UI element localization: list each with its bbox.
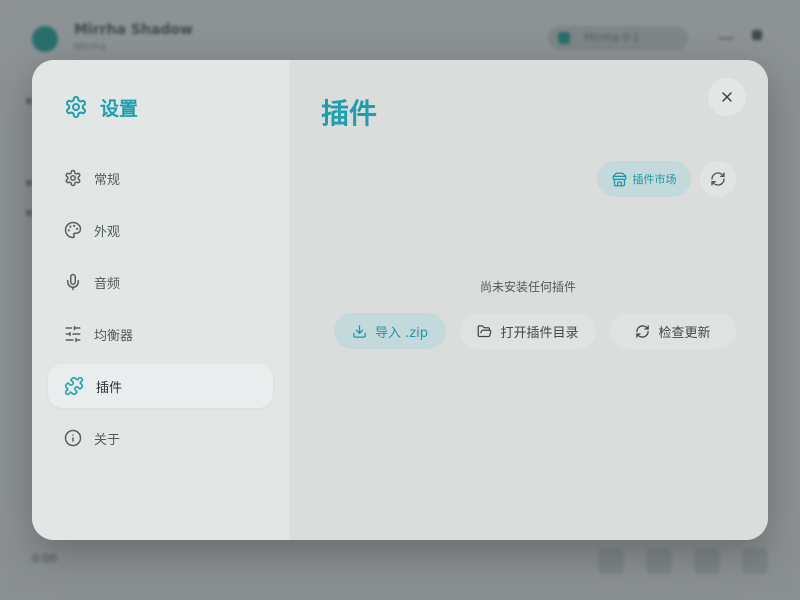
nav-item-equalizer[interactable]: 均衡器 (48, 312, 273, 356)
nav-label: 外观 (94, 224, 121, 240)
status-pill-label: Mirrha·0·1 (584, 31, 640, 44)
empty-state-text: 尚未安装任何插件 (479, 280, 576, 294)
info-icon (64, 429, 82, 447)
settings-nav: 常规 外观 音频 均衡器 插件 关于 (48, 156, 273, 460)
footer-button (646, 548, 672, 574)
settings-modal: 设置 常规 外观 音频 均衡器 插件 关于 插件 插件市场 尚未安装任何插件 导… (32, 60, 768, 540)
close-button[interactable] (708, 78, 746, 116)
nav-item-about[interactable]: 关于 (48, 416, 273, 460)
open-plugin-dir-button[interactable]: 打开插件目录 (460, 313, 596, 349)
footer-button (694, 548, 720, 574)
check-update-button[interactable]: 检查更新 (610, 313, 736, 349)
settings-sidebar: 设置 常规 外观 音频 均衡器 插件 关于 (32, 60, 289, 540)
open-plugin-dir-label: 打开插件目录 (500, 325, 579, 341)
check-update-label: 检查更新 (658, 325, 711, 341)
sliders-icon (64, 325, 82, 343)
plugin-actions: 导入 .zip 打开插件目录 检查更新 (334, 313, 736, 349)
nav-item-plugins[interactable]: 插件 (48, 364, 273, 408)
background-footer: 0:00 (0, 538, 800, 600)
app-subtitle: Mirrha (74, 42, 106, 53)
nav-item-audio[interactable]: 音频 (48, 260, 273, 304)
microphone-icon (64, 273, 82, 291)
import-zip-button[interactable]: 导入 .zip (334, 313, 446, 349)
status-pill: Mirrha·0·1 (548, 26, 688, 50)
status-pill-icon (558, 32, 570, 44)
minimize-icon: — (718, 28, 734, 47)
maximize-icon (752, 30, 762, 40)
nav-item-appearance[interactable]: 外观 (48, 208, 273, 252)
page-title: 插件 (321, 97, 378, 130)
nav-label: 常规 (94, 172, 121, 188)
nav-label: 插件 (96, 380, 123, 396)
store-icon (612, 172, 627, 187)
settings-title: 设置 (100, 97, 139, 120)
refresh-icon (635, 324, 650, 339)
nav-item-general[interactable]: 常规 (48, 156, 273, 200)
gear-icon (64, 95, 88, 119)
plugin-market-label: 插件市场 (632, 173, 677, 186)
plugin-market-button[interactable]: 插件市场 (597, 161, 691, 197)
nav-label: 关于 (94, 432, 121, 448)
app-title: Mirrha Shadow (74, 22, 193, 38)
nav-label: 均衡器 (94, 328, 134, 344)
nav-label: 音频 (94, 276, 121, 292)
download-icon (352, 324, 367, 339)
close-icon (719, 89, 735, 105)
plugins-panel: 插件 插件市场 尚未安装任何插件 导入 .zip 打开插件目录 检查更新 (289, 60, 768, 540)
folder-open-icon (477, 324, 492, 339)
footer-button (742, 548, 768, 574)
footer-button (598, 548, 624, 574)
app-logo (32, 26, 58, 52)
settings-header: 设置 (48, 94, 273, 120)
palette-icon (64, 221, 82, 239)
refresh-icon (710, 171, 726, 187)
refresh-button[interactable] (700, 161, 736, 197)
import-zip-label: 导入 .zip (375, 325, 428, 341)
puzzle-icon (64, 376, 84, 396)
footer-time: 0:00 (32, 552, 57, 565)
gear-icon (64, 169, 82, 187)
